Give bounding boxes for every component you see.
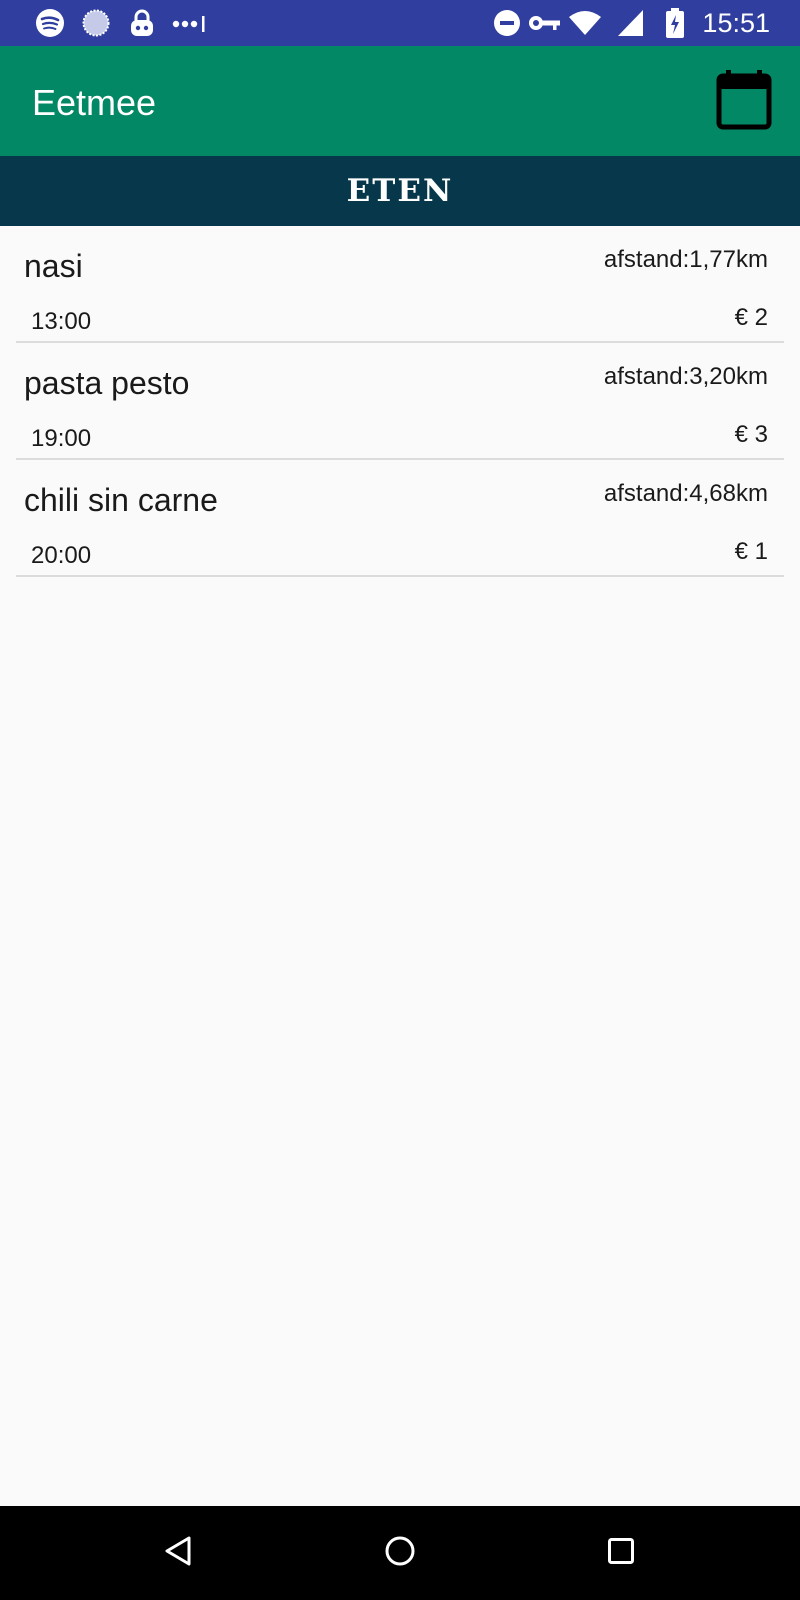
meal-name: chili sin carne — [24, 482, 218, 518]
navigation-bar — [0, 1506, 800, 1600]
list-item[interactable]: pasta pesto afstand:3,20km 19:00 € 3 — [16, 343, 784, 460]
more-notifications-icon — [170, 9, 208, 37]
back-icon — [163, 1535, 193, 1572]
list-item[interactable]: nasi afstand:1,77km 13:00 € 2 — [16, 226, 784, 343]
app-bar: Eetmee — [0, 46, 800, 156]
meal-time: 19:00 — [31, 425, 92, 452]
app-title: Eetmee — [32, 82, 157, 123]
meal-price: € 2 — [734, 304, 768, 331]
section-title: ETEN — [346, 173, 454, 209]
meal-price: € 1 — [734, 538, 768, 565]
section-header: ETEN — [0, 156, 800, 226]
calendar-icon — [716, 70, 772, 134]
home-button[interactable] — [380, 1533, 420, 1573]
back-button[interactable] — [158, 1533, 198, 1573]
circle-app-icon — [80, 9, 112, 37]
meal-distance: afstand:1,77km — [603, 246, 768, 273]
meal-distance: afstand:4,68km — [603, 480, 768, 507]
recents-icon — [607, 1537, 635, 1570]
spotify-icon — [34, 9, 66, 37]
vpn-lock-icon — [126, 9, 158, 37]
home-icon — [384, 1535, 416, 1572]
vpn-key-icon — [528, 9, 562, 37]
battery-charging-icon — [664, 8, 686, 38]
recents-button[interactable] — [601, 1533, 641, 1573]
meal-time: 13:00 — [31, 308, 92, 335]
wifi-icon — [568, 9, 602, 37]
meal-list: nasi afstand:1,77km 13:00 € 2 pasta pest… — [16, 226, 784, 577]
status-time: 15:51 — [702, 8, 770, 38]
cell-signal-icon — [616, 9, 646, 37]
status-bar: 15:51 — [0, 0, 800, 46]
do-not-disturb-icon — [492, 9, 522, 37]
meal-time: 20:00 — [31, 542, 92, 569]
calendar-button[interactable] — [716, 70, 772, 130]
meal-distance: afstand:3,20km — [603, 363, 768, 390]
meal-price: € 3 — [734, 421, 768, 448]
meal-name: nasi — [24, 248, 83, 284]
list-item[interactable]: chili sin carne afstand:4,68km 20:00 € 1 — [16, 460, 784, 577]
meal-name: pasta pesto — [24, 365, 190, 401]
